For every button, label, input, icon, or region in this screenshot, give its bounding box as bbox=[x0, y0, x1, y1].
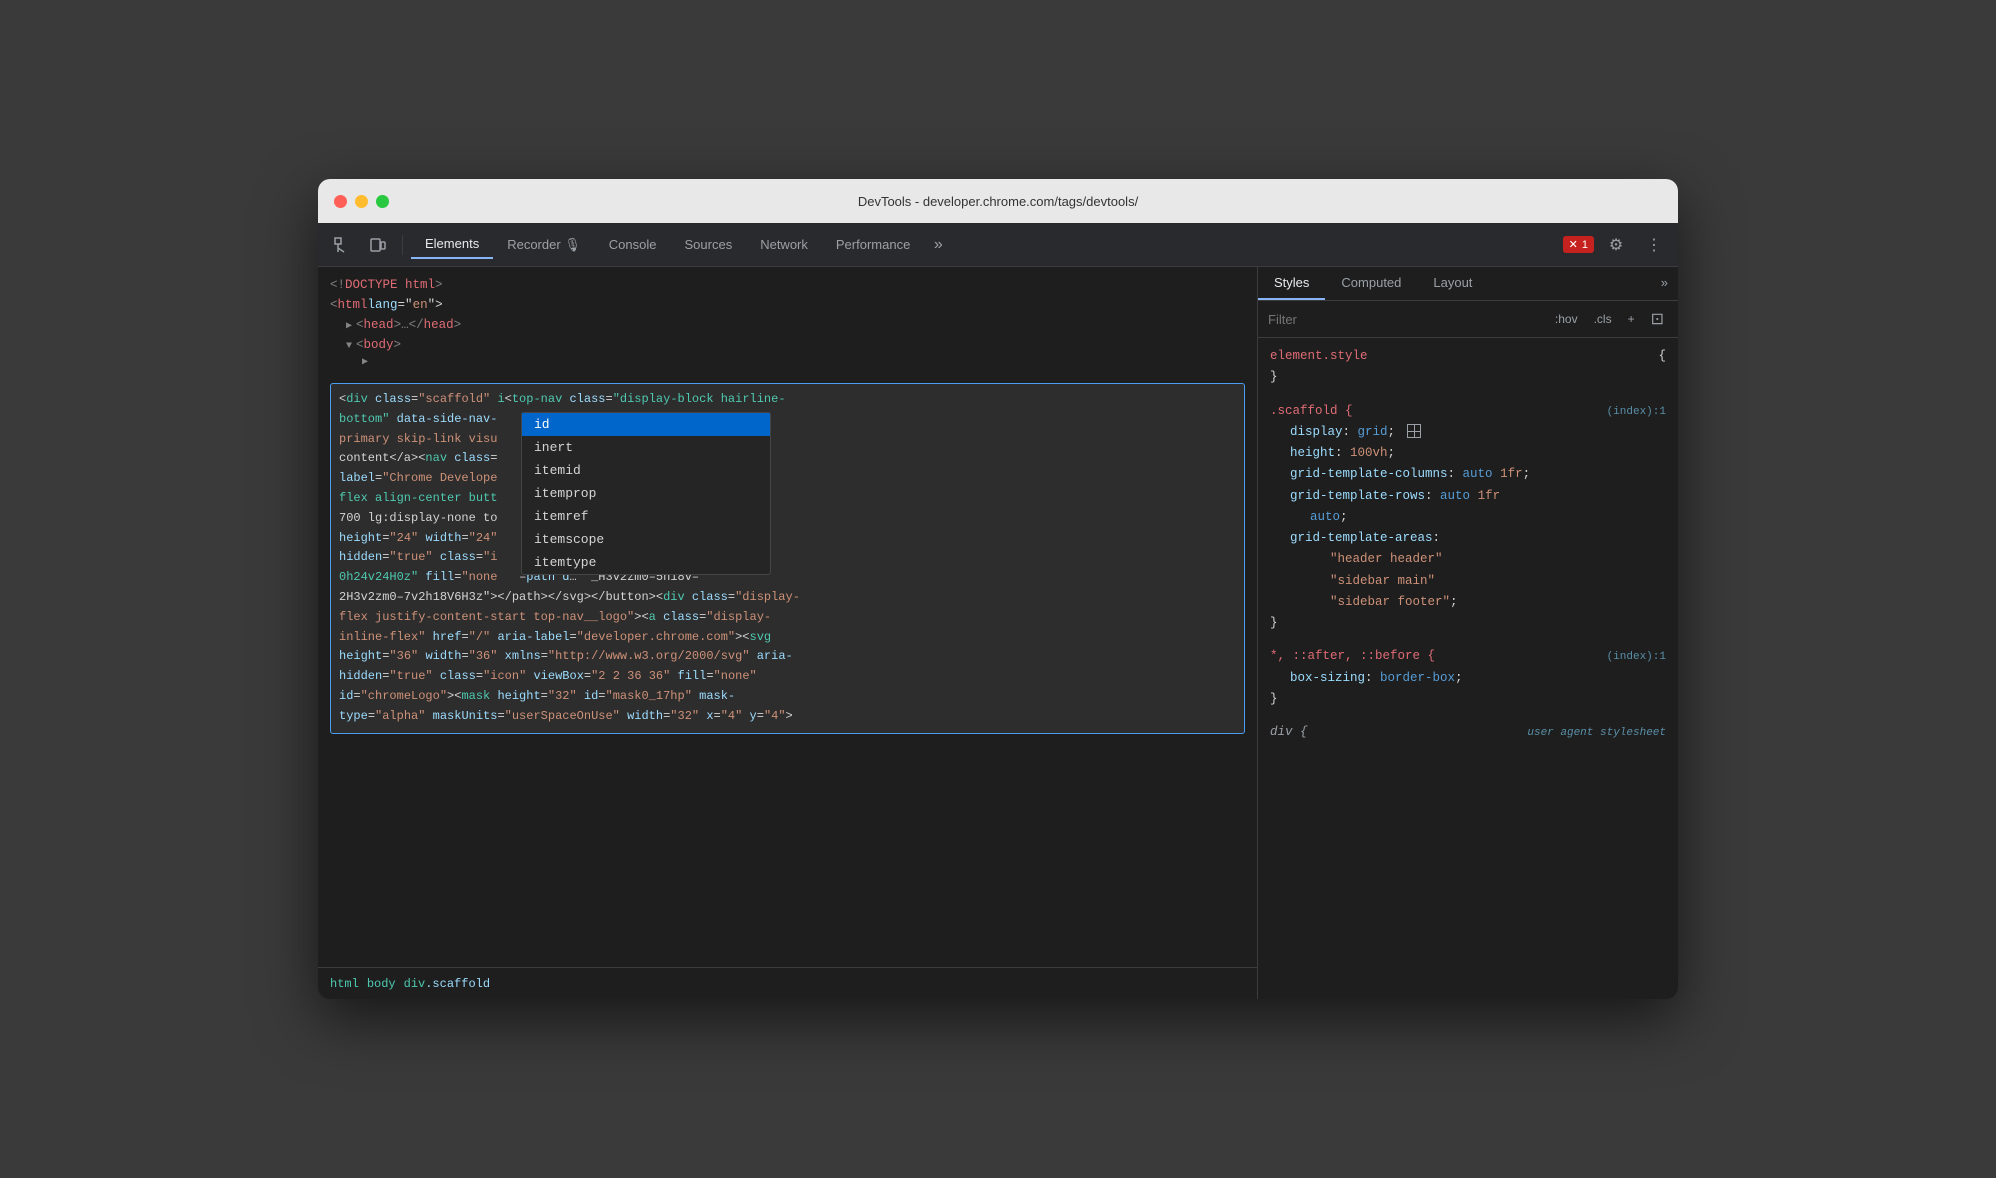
css-selector-scaffold: .scaffold { bbox=[1270, 401, 1353, 422]
tab-styles[interactable]: Styles bbox=[1258, 267, 1325, 300]
body-line[interactable]: ▼ <body> bbox=[330, 335, 1245, 355]
tab-performance[interactable]: Performance bbox=[822, 231, 924, 258]
autocomplete-item-inert[interactable]: inert bbox=[522, 436, 770, 459]
selected-code-block[interactable]: <div class="scaffold" i<top-nav class="d… bbox=[330, 383, 1245, 734]
more-options-button[interactable]: ⋮ bbox=[1638, 229, 1670, 261]
breadcrumb-body[interactable]: body bbox=[367, 977, 396, 991]
toolbar-right: ✕ 1 ⚙ ⋮ bbox=[1563, 229, 1670, 261]
window-title: DevTools - developer.chrome.com/tags/dev… bbox=[858, 194, 1138, 209]
device-toolbar-button[interactable] bbox=[362, 229, 394, 261]
autocomplete-item-id[interactable]: id bbox=[522, 413, 770, 436]
styles-tabs: Styles Computed Layout » bbox=[1258, 267, 1678, 301]
minimize-button[interactable] bbox=[355, 195, 368, 208]
autocomplete-item-itemref[interactable]: itemref bbox=[522, 505, 770, 528]
css-selector-element-style: element.style bbox=[1270, 346, 1368, 367]
devtools-toolbar: Elements Recorder 🎙 Console Sources Netw… bbox=[318, 223, 1678, 267]
error-icon: ✕ bbox=[1569, 238, 1578, 251]
tab-sources[interactable]: Sources bbox=[671, 231, 747, 258]
title-bar: DevTools - developer.chrome.com/tags/dev… bbox=[318, 179, 1678, 223]
devtools-main: <!DOCTYPE html> <html lang="en"> ▶ <head… bbox=[318, 267, 1678, 999]
css-source-ua: user agent stylesheet bbox=[1527, 724, 1666, 743]
html-tree: <!DOCTYPE html> <html lang="en"> ▶ <head… bbox=[318, 267, 1257, 379]
tab-computed[interactable]: Computed bbox=[1325, 267, 1417, 300]
hov-button[interactable]: :hov bbox=[1551, 310, 1582, 328]
toolbar-divider bbox=[402, 235, 403, 255]
autocomplete-item-itemtype[interactable]: itemtype bbox=[522, 551, 770, 574]
grid-icon[interactable] bbox=[1407, 424, 1421, 438]
css-rule-universal: *, ::after, ::before { (index):1 box-siz… bbox=[1270, 646, 1666, 710]
elements-panel: <!DOCTYPE html> <html lang="en"> ▶ <head… bbox=[318, 267, 1258, 999]
css-rule-div-ua: div { user agent stylesheet bbox=[1270, 722, 1666, 743]
more-tabs-button[interactable]: » bbox=[924, 231, 952, 259]
maximize-button[interactable] bbox=[376, 195, 389, 208]
settings-button[interactable]: ⚙ bbox=[1600, 229, 1632, 261]
tab-elements[interactable]: Elements bbox=[411, 230, 493, 259]
close-button[interactable] bbox=[334, 195, 347, 208]
autocomplete-item-itemprop[interactable]: itemprop bbox=[522, 482, 770, 505]
css-selector-universal: *, ::after, ::before { bbox=[1270, 646, 1435, 667]
css-rule-scaffold: .scaffold { (index):1 display: grid; hei… bbox=[1270, 401, 1666, 635]
tab-network[interactable]: Network bbox=[746, 231, 822, 258]
code-area[interactable]: <div class="scaffold" i<top-nav class="d… bbox=[318, 379, 1257, 967]
html-tag-line: <html lang="en"> bbox=[330, 295, 1245, 315]
css-source-universal[interactable]: (index):1 bbox=[1607, 648, 1666, 667]
devtools-window: DevTools - developer.chrome.com/tags/dev… bbox=[318, 179, 1678, 999]
body-child-arrow[interactable]: ▶ bbox=[330, 355, 1245, 371]
autocomplete-item-itemscope[interactable]: itemscope bbox=[522, 528, 770, 551]
code-content: <div class="scaffold" i<top-nav class="d… bbox=[339, 390, 1236, 727]
tab-layout[interactable]: Layout bbox=[1417, 267, 1488, 300]
add-style-button[interactable]: + bbox=[1624, 310, 1639, 328]
traffic-lights bbox=[334, 195, 389, 208]
element-picker-button[interactable] bbox=[326, 229, 358, 261]
css-rule-element-style: element.style { } bbox=[1270, 346, 1666, 389]
tab-recorder[interactable]: Recorder 🎙 bbox=[493, 231, 595, 259]
breadcrumb-scaffold[interactable]: div.scaffold bbox=[404, 977, 490, 991]
autocomplete-dropdown: id inert itemid itemprop itemref itemsco… bbox=[521, 412, 771, 575]
styles-panel: Styles Computed Layout » :hov .cls + ⊡ e… bbox=[1258, 267, 1678, 999]
styles-more-button[interactable]: » bbox=[1651, 267, 1678, 300]
head-line[interactable]: ▶ <head>…</head> bbox=[330, 315, 1245, 335]
breadcrumb-html[interactable]: html bbox=[330, 977, 359, 991]
tab-bar: Elements Recorder 🎙 Console Sources Netw… bbox=[411, 230, 1559, 259]
doctype-line: <!DOCTYPE html> bbox=[330, 275, 1245, 295]
styles-filter-bar: :hov .cls + ⊡ bbox=[1258, 301, 1678, 338]
refresh-button[interactable]: ⊡ bbox=[1647, 307, 1668, 331]
styles-content: element.style { } .scaffold { (index):1 bbox=[1258, 338, 1678, 999]
css-source-scaffold[interactable]: (index):1 bbox=[1607, 403, 1666, 422]
styles-filter-input[interactable] bbox=[1268, 312, 1543, 327]
autocomplete-item-itemid[interactable]: itemid bbox=[522, 459, 770, 482]
error-badge[interactable]: ✕ 1 bbox=[1563, 236, 1594, 253]
breadcrumb-bar: html body div.scaffold bbox=[318, 967, 1257, 999]
tab-console[interactable]: Console bbox=[595, 231, 671, 258]
error-count: 1 bbox=[1582, 239, 1588, 251]
css-selector-div: div { bbox=[1270, 722, 1308, 743]
cls-button[interactable]: .cls bbox=[1590, 310, 1616, 328]
